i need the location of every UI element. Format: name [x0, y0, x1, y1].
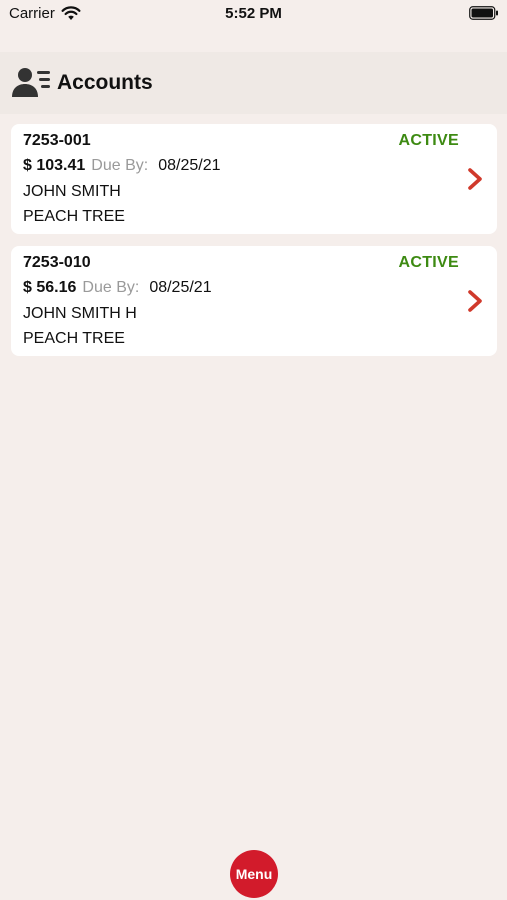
accounts-icon [12, 68, 50, 97]
status-bar: Carrier 5:52 PM [0, 0, 507, 30]
clock: 5:52 PM [225, 5, 282, 22]
status-badge: ACTIVE [398, 132, 459, 149]
amount-row: $ 56.16 Due By: 08/25/21 [23, 279, 212, 297]
account-card[interactable]: 7253-010 ACTIVE $ 56.16 Due By: 08/25/21 J… [11, 246, 497, 356]
due-by-label: Due By: [91, 157, 149, 174]
due-by-label: Due By: [82, 279, 140, 296]
page-header: Accounts [0, 52, 507, 114]
account-holder-name: JOHN SMITH H [23, 305, 137, 322]
menu-button[interactable]: Menu [230, 850, 278, 898]
account-holder-name: JOHN SMITH [23, 183, 121, 200]
due-date: 08/25/21 [158, 157, 221, 174]
due-date: 08/25/21 [149, 279, 212, 296]
account-number: 7253-010 [23, 254, 91, 271]
amount-due: $ 103.41 [23, 157, 86, 174]
chevron-right-icon[interactable] [467, 289, 483, 313]
account-location: PEACH TREE [23, 330, 125, 347]
amount-due: $ 56.16 [23, 279, 77, 296]
account-card[interactable]: 7253-001 ACTIVE $ 103.41 Due By: 08/25/21 … [11, 124, 497, 234]
account-location: PEACH TREE [23, 208, 125, 225]
battery-icon [469, 6, 498, 20]
account-number: 7253-001 [23, 132, 91, 149]
amount-row: $ 103.41 Due By: 08/25/21 [23, 157, 220, 175]
page-title: Accounts [57, 71, 153, 94]
chevron-right-icon[interactable] [467, 167, 483, 191]
status-badge: ACTIVE [398, 254, 459, 271]
